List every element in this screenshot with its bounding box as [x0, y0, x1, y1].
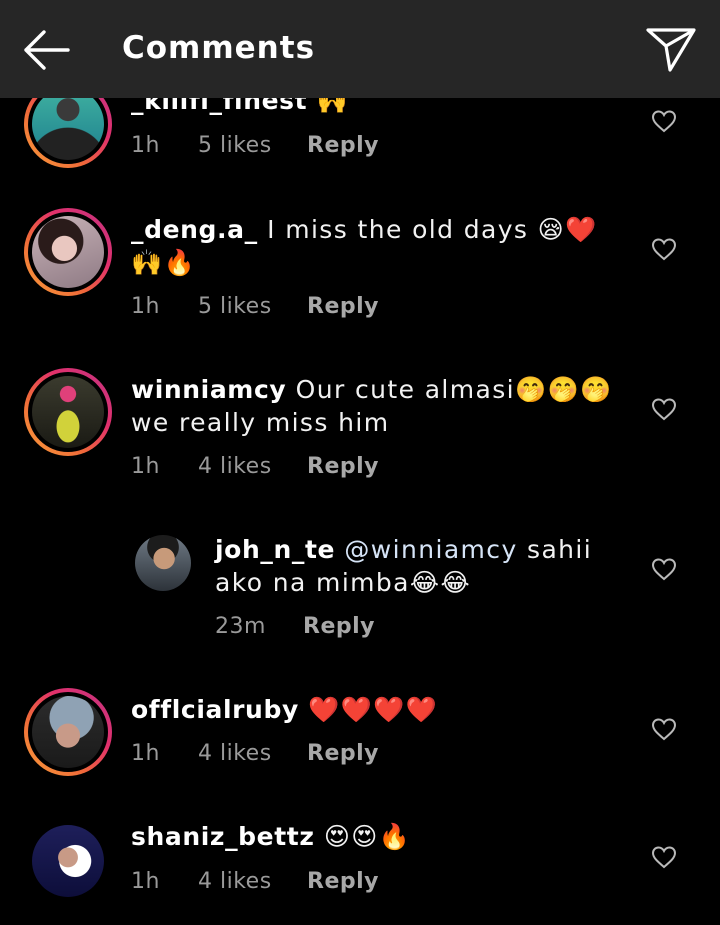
comment-text: shaniz_bettz 😍😍🔥	[131, 820, 611, 853]
comment-likes[interactable]: 4 likes	[198, 869, 272, 894]
comment-username[interactable]: shaniz_bettz	[131, 822, 314, 851]
comment-time: 1h	[131, 294, 160, 319]
comment-likes[interactable]: 4 likes	[198, 741, 272, 766]
heart-outline-icon[interactable]	[651, 109, 677, 133]
comment-body: 😍😍🔥	[323, 822, 412, 851]
comment-time: 1h	[131, 133, 160, 158]
comment-time: 1h	[131, 454, 160, 479]
avatar[interactable]	[24, 688, 112, 776]
comment-body: ❤️❤️❤️❤️	[308, 695, 439, 724]
heart-outline-icon[interactable]	[651, 397, 677, 421]
avatar[interactable]	[32, 825, 104, 897]
comment-username[interactable]: offlcialruby	[131, 695, 299, 724]
reply-button[interactable]: Reply	[307, 294, 379, 319]
comment-time: 23m	[215, 614, 266, 639]
reply-button[interactable]: Reply	[307, 869, 379, 894]
avatar[interactable]	[24, 208, 112, 296]
reply-button[interactable]: Reply	[307, 454, 379, 479]
comment-text: joh_n_te @winniamcy sahii ako na mimba😂😂	[215, 533, 620, 599]
reply-button[interactable]: Reply	[307, 133, 379, 158]
heart-outline-icon[interactable]	[651, 237, 677, 261]
avatar[interactable]	[135, 535, 191, 591]
comment-username[interactable]: _deng.a_	[131, 215, 258, 244]
comment-likes[interactable]: 4 likes	[198, 454, 272, 479]
comment-username[interactable]: winniamcy	[131, 375, 286, 404]
heart-outline-icon[interactable]	[651, 557, 677, 581]
comment-text: offlcialruby ❤️❤️❤️❤️	[131, 693, 611, 726]
comment-text: _deng.a_ I miss the old days 😪❤️🙌🔥	[131, 213, 616, 279]
comments-list[interactable]: _kilifi_finest 🙌 1h 5 likes Reply _deng.…	[0, 0, 720, 925]
comment-likes[interactable]: 5 likes	[198, 294, 272, 319]
heart-outline-icon[interactable]	[651, 845, 677, 869]
comment-likes[interactable]: 5 likes	[198, 133, 272, 158]
avatar[interactable]	[24, 368, 112, 456]
paper-plane-icon[interactable]	[644, 24, 698, 74]
comment-username[interactable]: joh_n_te	[215, 535, 335, 564]
comment-text: winniamcy Our cute almasi🤭🤭🤭we really mi…	[131, 373, 621, 439]
header-bar: Comments	[0, 0, 720, 98]
heart-outline-icon[interactable]	[651, 717, 677, 741]
reply-button[interactable]: Reply	[303, 614, 375, 639]
comment-time: 1h	[131, 869, 160, 894]
arrow-left-icon[interactable]	[18, 26, 74, 74]
page-title: Comments	[122, 30, 316, 66]
comment-mention[interactable]: @winniamcy	[344, 535, 517, 564]
reply-button[interactable]: Reply	[307, 741, 379, 766]
comment-time: 1h	[131, 741, 160, 766]
